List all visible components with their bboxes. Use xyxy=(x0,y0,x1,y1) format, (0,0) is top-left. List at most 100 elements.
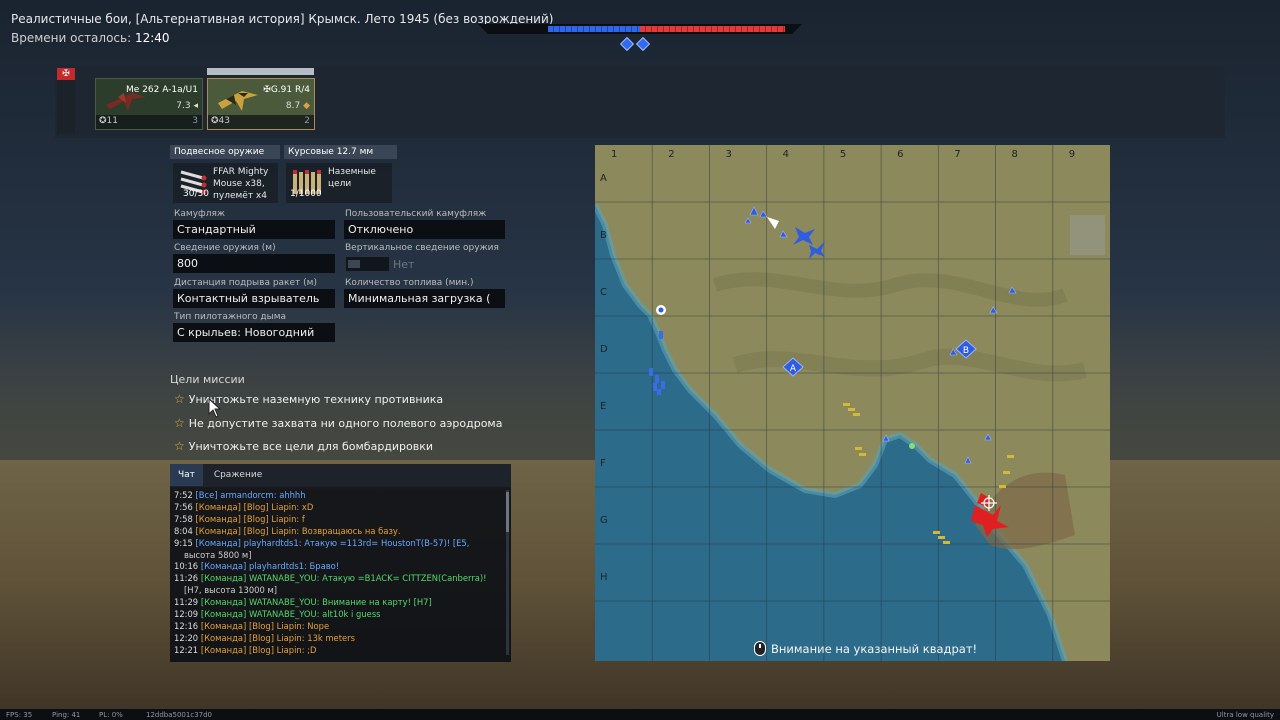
map-row-label: A xyxy=(600,173,607,184)
convergence-input[interactable]: 800 xyxy=(173,254,335,273)
chat-scroll-thumb[interactable] xyxy=(506,492,509,532)
vehicle-slot-panel: ✠ Me 262 A-1a/U1 7.3 ◂ ✪11 3 ✠G.91 R/4 8… xyxy=(55,66,1225,138)
chat-line: 12:21 [Команда] [Blog] Liapin: ;D xyxy=(174,644,317,655)
rocket-fuze-label: Дистанция подрыва ракет (м) xyxy=(174,278,317,288)
convergence-label: Сведение оружия (м) xyxy=(174,243,276,253)
status-bar: FPS: 35 Ping: 41 PL: 0% 12ddba5001c37d0 … xyxy=(0,709,1280,720)
secondary-weapon-count: 30/30 xyxy=(183,189,209,199)
session-id: 12ddba5001c37d0 xyxy=(146,711,212,719)
fuel-select[interactable]: Минимальная загрузка ( xyxy=(344,289,505,308)
slot-spare-count: 2 xyxy=(304,116,310,126)
map-row-label: C xyxy=(600,287,607,298)
map-row-label: D xyxy=(600,344,608,355)
team-score-bar xyxy=(478,24,802,34)
chat-line: [H7, высота 13000 м] xyxy=(184,585,278,596)
tactical-map[interactable]: 1 2 3 4 5 6 7 8 9 A B C D E F G H A B xyxy=(595,145,1110,661)
map-column-label: 1 xyxy=(611,149,617,160)
airfield-marker xyxy=(656,305,666,315)
chat-panel: Чат Сражение 7:52 [Все] armandorcm: ahhh… xyxy=(170,464,511,662)
slot-vehicle-name: ✠G.91 R/4 xyxy=(263,85,310,95)
map-column-label: 2 xyxy=(668,149,674,160)
gun-ammo-desc: Наземные цели xyxy=(328,167,376,189)
chat-line: 12:09 [Команда] WATANABE_YOU: alt10k i g… xyxy=(174,609,381,620)
chat-line: 9:15 [Команда] playhardtds1: Атакую =113… xyxy=(174,537,470,548)
star-icon: ☆ xyxy=(174,392,185,406)
mission-objectives-heading: Цели миссии xyxy=(170,373,245,386)
mouse-icon xyxy=(754,641,766,656)
smoke-select[interactable]: С крыльев: Новогодний xyxy=(173,323,335,342)
objective-item: ☆ Уничтожьте все цели для бомбардировки xyxy=(174,439,434,453)
map-column-label: 5 xyxy=(840,149,846,160)
chat-line: 10:16 [Команда] playhardtds1: Браво! xyxy=(174,561,340,572)
map-column-label: 6 xyxy=(897,149,903,160)
map-column-label: 7 xyxy=(954,149,960,160)
toggle-knob xyxy=(348,260,360,268)
secondary-weapon-desc: FFAR Mighty Mouse x38, пулемёт x4 xyxy=(213,167,269,201)
chat-line: 8:04 [Команда] [Blog] Liapin: Возвращаюс… xyxy=(174,525,401,536)
gun-ammo-count: 1/1000 xyxy=(290,189,322,199)
mouse-cursor-icon xyxy=(208,398,222,418)
blue-team-score xyxy=(548,26,640,32)
time-value: 12:40 xyxy=(134,31,170,45)
user-camo-select[interactable]: Отключено xyxy=(344,220,505,239)
svg-text:A: A xyxy=(790,364,797,374)
chat-messages: 7:52 [Все] armandorcm: ahhhh 7:56 [Команд… xyxy=(170,487,511,660)
chat-line: 11:26 [Команда] WATANABE_YOU: Атакую =B1… xyxy=(174,573,487,584)
tab-secondary-weapons[interactable]: Подвесное оружие xyxy=(170,145,280,159)
vertical-convergence-toggle[interactable] xyxy=(345,256,390,272)
vehicle-slot-g91[interactable]: ✠G.91 R/4 8.7 ◆ ✪43 2 xyxy=(207,78,315,130)
map-row-label: G xyxy=(600,515,608,526)
fuel-label: Количество топлива (мин.) xyxy=(345,278,474,288)
chat-line: 7:58 [Команда] [Blog] Liapin: f xyxy=(174,513,305,524)
zone-a-indicator xyxy=(619,36,635,52)
vertical-convergence-label: Вертикальное сведение оружия xyxy=(345,243,499,253)
balkenkreuz-icon: ✠ xyxy=(62,69,70,79)
smoke-label: Тип пилотажного дыма xyxy=(174,312,287,322)
mission-title: Реалистичные бои, [Альтернативная истори… xyxy=(11,12,554,26)
camo-label: Камуфляж xyxy=(174,209,225,219)
packet-loss-readout: PL: 0% xyxy=(99,711,123,719)
time-remaining: Времени осталось: 12:40 xyxy=(11,31,170,45)
nation-flag: ✠ xyxy=(57,68,75,134)
tab-gun-ammo[interactable]: Курсовые 12.7 мм xyxy=(284,145,397,159)
chat-line: 12:20 [Команда] [Blog] Liapin: 13k meter… xyxy=(174,632,355,643)
slot-footer: ✪43 2 xyxy=(208,115,314,129)
map-row-label: E xyxy=(600,401,606,412)
map-row-label: F xyxy=(600,458,606,469)
time-label: Времени осталось: xyxy=(11,31,132,45)
map-column-label: 8 xyxy=(1012,149,1018,160)
slot-battle-rating: 8.7 ◆ xyxy=(285,101,310,111)
star-icon: ☆ xyxy=(174,416,185,430)
vehicle-slot-me262[interactable]: Me 262 A-1a/U1 7.3 ◂ ✪11 3 xyxy=(95,78,203,130)
chat-line: 7:56 [Команда] [Blog] Liapin: xD xyxy=(174,501,314,512)
capture-zone-indicators xyxy=(619,36,651,52)
svg-text:B: B xyxy=(963,346,969,356)
chat-line: 12:16 [Команда] [Blog] Liapin: Nope xyxy=(174,620,330,631)
chat-line: 7:52 [Все] armandorcm: ahhhh xyxy=(174,490,306,500)
camo-select[interactable]: Стандартный xyxy=(173,220,335,239)
tab-chat[interactable]: Чат xyxy=(170,464,203,486)
secondary-weapon-card[interactable]: FFAR Mighty Mouse x38, пулемёт x4 30/30 xyxy=(173,163,278,203)
map-row-label: B xyxy=(600,230,607,241)
fps-readout: FPS: 35 xyxy=(6,711,33,719)
map-column-label: 4 xyxy=(783,149,789,160)
ping-readout: Ping: 41 xyxy=(52,711,81,719)
zone-b-indicator xyxy=(635,36,651,52)
selected-slot-indicator xyxy=(207,68,314,75)
slot-crew-count: ✪43 xyxy=(211,116,230,126)
waypoint-marker xyxy=(909,443,915,449)
gun-ammo-card[interactable]: Наземные цели 1/1000 xyxy=(286,163,392,203)
vertical-convergence-value: Нет xyxy=(393,258,415,271)
chat-line: 11:29 [Команда] WATANABE_YOU: Внимание н… xyxy=(174,597,432,608)
map-row-label: H xyxy=(600,572,608,583)
slot-footer: ✪11 3 xyxy=(96,115,202,129)
tab-battle-log[interactable]: Сражение xyxy=(206,464,270,486)
map-column-label: 3 xyxy=(725,149,731,160)
slot-battle-rating: 7.3 ◂ xyxy=(176,101,198,111)
rocket-fuze-select[interactable]: Контактный взрыватель xyxy=(173,289,335,308)
user-camo-label: Пользовательский камуфляж xyxy=(345,209,487,219)
slot-spare-count: 3 xyxy=(192,116,198,126)
chat-line: высота 5800 м] xyxy=(184,549,252,560)
star-icon: ☆ xyxy=(174,439,185,453)
slot-vehicle-name: Me 262 A-1a/U1 xyxy=(126,85,198,95)
